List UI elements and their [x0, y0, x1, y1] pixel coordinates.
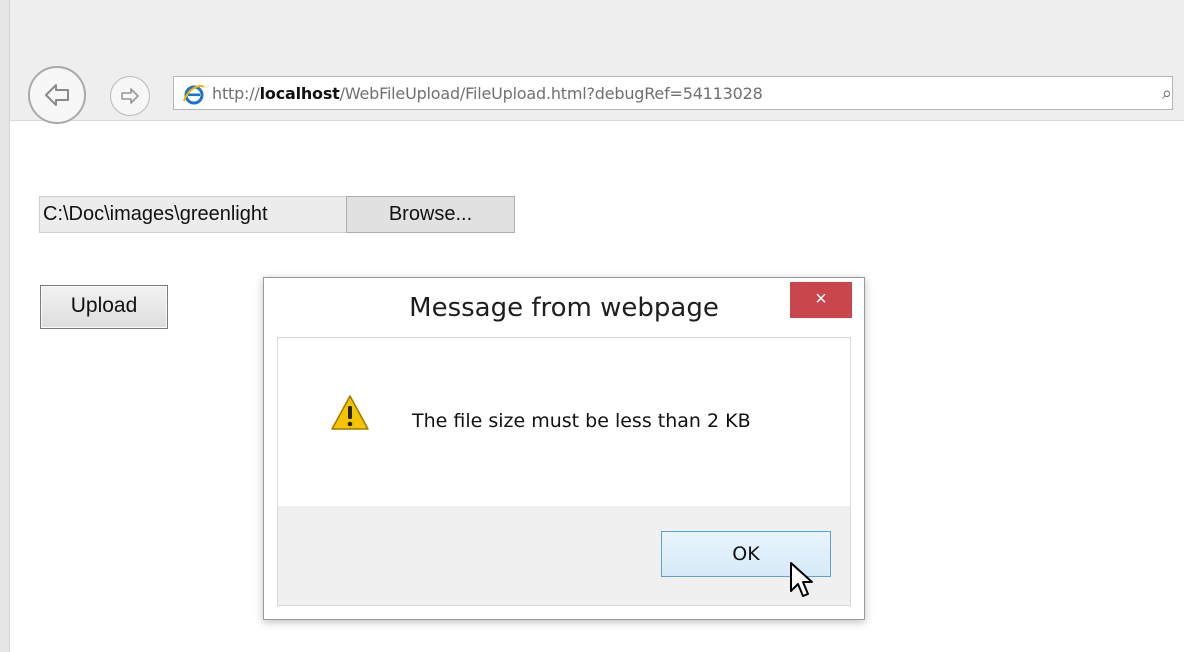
dialog-button-area: OK — [278, 506, 850, 605]
search-icon[interactable]: ⌕ — [1162, 83, 1172, 104]
address-bar[interactable]: http://localhost/WebFileUpload/FileUploa… — [173, 76, 1173, 110]
dialog-body: The file size must be less than 2 KB OK — [277, 337, 851, 606]
url-host: localhost — [259, 84, 340, 103]
file-upload-control: C:\Doc\images\greenlight Browse... — [39, 196, 515, 233]
warning-icon — [331, 395, 369, 430]
mouse-pointer-icon — [790, 562, 813, 597]
browse-button[interactable]: Browse... — [346, 196, 515, 233]
dialog-title: Message from webpage — [409, 293, 719, 323]
back-button[interactable] — [28, 66, 86, 124]
internet-explorer-icon — [183, 85, 205, 105]
url-path: /WebFileUpload/FileUpload.html?debugRef=… — [339, 84, 763, 103]
forward-arrow-icon — [121, 88, 139, 104]
message-area: The file size must be less than 2 KB — [278, 338, 850, 506]
browser-toolbar: http://localhost/WebFileUpload/FileUploa… — [10, 0, 1184, 124]
alert-dialog: Message from webpage × The file size mus… — [263, 277, 865, 620]
close-button[interactable]: × — [790, 282, 852, 318]
upload-button[interactable]: Upload — [40, 285, 168, 329]
back-arrow-icon — [45, 84, 69, 106]
file-path-field[interactable]: C:\Doc\images\greenlight — [39, 196, 346, 233]
dialog-message: The file size must be less than 2 KB — [412, 410, 751, 432]
window-border — [0, 0, 10, 652]
url-prefix: http:// — [212, 84, 260, 103]
url-text: http://localhost/WebFileUpload/FileUploa… — [212, 84, 763, 103]
forward-button[interactable] — [110, 76, 150, 116]
